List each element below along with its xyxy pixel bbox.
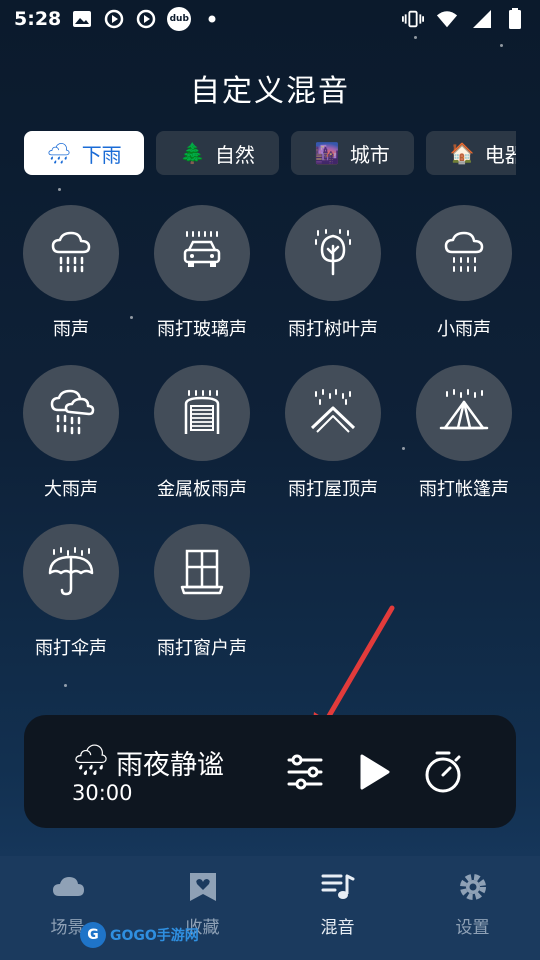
tab-label: 自然 [214, 142, 255, 167]
watermark-logo: G [80, 922, 106, 948]
car-rain-icon [183, 231, 221, 267]
sound-item-rain[interactable]: 雨声 [11, 205, 131, 341]
sound-item-rain-on-umbrella[interactable]: 雨打伞声 [11, 524, 131, 660]
image-icon [71, 8, 93, 30]
sound-label: 雨打帐篷声 [419, 479, 509, 500]
mix-duration: 30:00 [72, 781, 133, 805]
wifi-icon [436, 8, 458, 30]
sound-label: 雨打树叶声 [288, 319, 378, 340]
mixer-sliders-icon [287, 754, 323, 790]
gear-icon [456, 872, 490, 907]
metal-shutter-icon [184, 390, 220, 434]
page-title: 自定义混音 [190, 74, 350, 109]
sound-button[interactable] [416, 365, 512, 461]
sound-item-rain-on-glass[interactable]: 雨打玻璃声 [142, 205, 262, 341]
rain-cloud-icon [51, 231, 91, 273]
category-tabs: 🌧 下雨 🌲 自然 🌆 城市 🏠 电器 [24, 131, 516, 177]
dub-label: dub [169, 14, 189, 24]
music-list-icon [321, 872, 355, 907]
sound-button[interactable] [154, 365, 250, 461]
sound-item-heavy-rain[interactable]: 大雨声 [11, 365, 131, 501]
nav-label: 混音 [320, 918, 355, 938]
sound-item-light-rain[interactable]: 小雨声 [404, 205, 524, 341]
umbrella-rain-icon [48, 547, 94, 596]
nav-settings[interactable]: 设置 [405, 856, 540, 960]
tab-rain[interactable]: 🌧 下雨 [24, 131, 144, 175]
sound-item-rain-on-window[interactable]: 雨打窗户声 [142, 524, 262, 660]
sound-label: 雨打玻璃声 [157, 319, 247, 340]
battery-icon [504, 8, 526, 30]
timer-icon [425, 751, 461, 793]
watermark-text: GOGO手游网 [110, 928, 199, 944]
sound-button[interactable] [416, 205, 512, 301]
tree-emoji-icon: 🌲 [180, 141, 205, 165]
rain-cloud-emoji-icon: 🌧 [72, 743, 111, 778]
cloud-icon [51, 872, 85, 907]
tab-label: 城市 [349, 142, 390, 167]
player-bar[interactable]: 🌧 雨夜静谧 30:00 [24, 715, 516, 828]
roof-rain-icon [310, 389, 356, 433]
sound-item-metal-sheet-rain[interactable]: 金属板雨声 [142, 365, 262, 501]
status-bar: 5:28 dub [0, 0, 540, 38]
play-circle-icon [135, 8, 157, 30]
tab-label: 下雨 [81, 142, 122, 167]
sound-item-rain-on-tent[interactable]: 雨打帐篷声 [404, 365, 524, 501]
sound-button[interactable] [23, 524, 119, 620]
sound-button[interactable] [23, 365, 119, 461]
signal-icon [470, 8, 492, 30]
sound-label: 小雨声 [437, 319, 491, 340]
mix-name: 雨夜静谧 [116, 750, 224, 781]
watermark: G GOGO手游网 [80, 922, 199, 948]
sound-label: 大雨声 [44, 479, 98, 500]
dot-icon [201, 8, 223, 30]
sound-label: 雨打屋顶声 [288, 479, 378, 500]
bookmark-heart-icon [186, 872, 220, 907]
play-icon [360, 754, 390, 790]
sound-button[interactable] [285, 365, 381, 461]
sync-icon [103, 8, 125, 30]
vibrate-icon [402, 8, 424, 30]
status-time: 5:28 [14, 8, 62, 30]
sound-button[interactable] [285, 205, 381, 301]
sound-button[interactable] [154, 205, 250, 301]
sound-label: 雨打伞声 [35, 638, 107, 659]
window-icon [180, 549, 224, 595]
nav-label: 设置 [455, 918, 490, 938]
tab-appliances[interactable]: 🏠 电器 [425, 131, 516, 175]
sound-item-rain-on-roof[interactable]: 雨打屋顶声 [273, 365, 393, 501]
tab-label: 电器 [484, 142, 516, 167]
dub-icon: dub [167, 7, 192, 31]
tree-rain-icon [315, 229, 351, 276]
rain-cloud-emoji-icon: 🌧 [46, 141, 72, 165]
sound-item-rain-on-leaves[interactable]: 雨打树叶声 [273, 205, 393, 341]
light-rain-icon [444, 231, 484, 272]
sound-label: 雨声 [53, 319, 89, 340]
sound-button[interactable] [23, 205, 119, 301]
city-emoji-icon: 🌆 [314, 141, 340, 165]
heavy-rain-icon [50, 389, 95, 435]
sound-button[interactable] [154, 524, 250, 620]
timer-button[interactable] [420, 749, 466, 795]
tab-nature[interactable]: 🌲 自然 [156, 131, 279, 175]
tent-rain-icon [439, 389, 489, 430]
tab-city[interactable]: 🌆 城市 [290, 131, 414, 175]
sound-label: 雨打窗户声 [157, 638, 247, 659]
play-button[interactable] [350, 749, 396, 795]
house-emoji-icon: 🏠 [449, 141, 475, 165]
mixer-button[interactable] [282, 749, 328, 795]
nav-mix[interactable]: 混音 [270, 856, 405, 960]
sound-label: 金属板雨声 [157, 479, 247, 500]
